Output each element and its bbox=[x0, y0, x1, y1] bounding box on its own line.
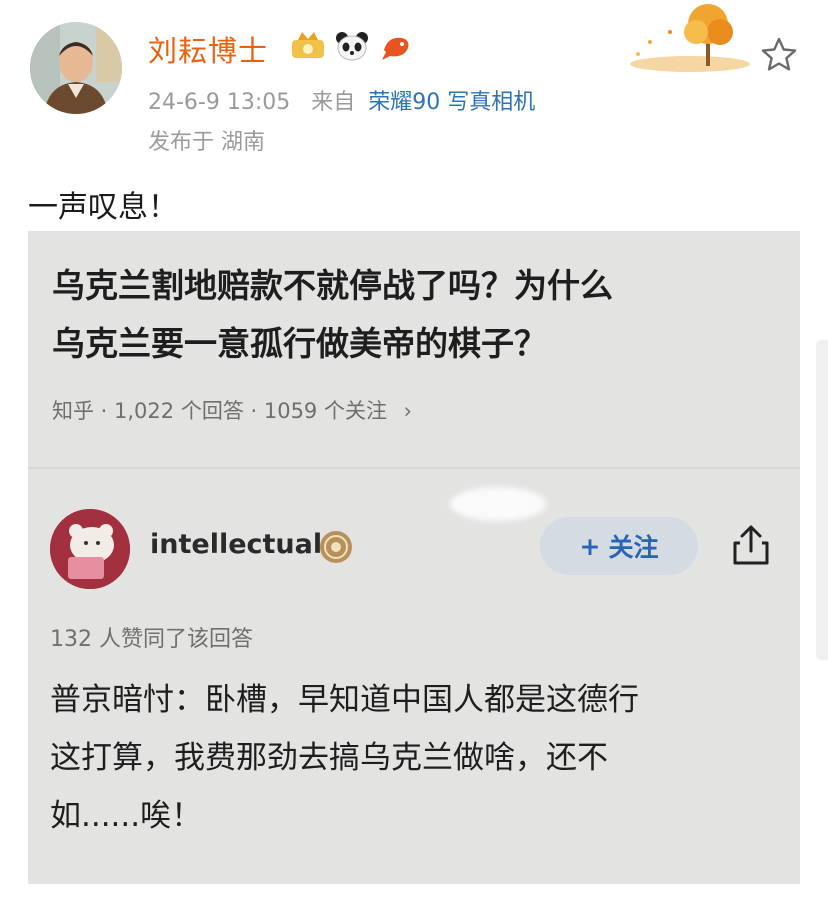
divider bbox=[28, 467, 800, 469]
question-title-line: 乌克兰要一意孤行做美帝的棋子？ bbox=[52, 324, 547, 363]
koi-badge-icon bbox=[382, 37, 409, 60]
question-meta: 知乎 · 1,022 个回答 · 1059 个关注 › bbox=[52, 395, 412, 425]
scroll-edge-handle[interactable] bbox=[816, 340, 828, 660]
post-text: 一声叹息！ bbox=[28, 190, 178, 225]
panda-badge-icon bbox=[336, 32, 368, 61]
share-icon[interactable] bbox=[730, 523, 772, 567]
answer-text-line: 这打算，我费那劲去搞乌克兰做啥，还不 bbox=[50, 740, 608, 776]
author-badges bbox=[290, 30, 414, 62]
medal-badge-icon bbox=[320, 531, 352, 563]
follow-button[interactable]: + 关注 bbox=[540, 517, 698, 575]
star-icon[interactable] bbox=[760, 36, 798, 74]
question-title: 乌克兰割地赔款不就停战了吗？为什么 乌克兰要一意孤行做美帝的棋子？ bbox=[52, 257, 782, 373]
follow-label: 关注 bbox=[608, 533, 659, 562]
autumn-tree-decoration bbox=[630, 4, 750, 72]
embedded-zhihu-screenshot[interactable]: 乌克兰割地赔款不就停战了吗？为什么 乌克兰要一意孤行做美帝的棋子？ 知乎 · 1… bbox=[28, 231, 800, 884]
post-meta: 24-6-9 13:05 来自 荣耀90 写真相机 bbox=[148, 84, 535, 116]
author-avatar[interactable] bbox=[30, 22, 122, 114]
post-time: 24-6-9 13:05 bbox=[148, 90, 291, 115]
answer-text-line: 如......唉！ bbox=[50, 798, 203, 834]
answer-text-line: 普京暗忖：卧槽，早知道中国人都是这德行 bbox=[50, 682, 639, 718]
answer-votes: 132 人赞同了该回答 bbox=[50, 627, 253, 652]
author-name[interactable]: 刘耘博士 bbox=[148, 28, 268, 70]
question-stats: 知乎 · 1,022 个回答 · 1059 个关注 bbox=[52, 399, 387, 423]
answerer-name[interactable]: intellectual bbox=[150, 529, 322, 560]
question-title-line: 乌克兰割地赔款不就停战了吗？为什么 bbox=[52, 266, 613, 305]
chevron-right-icon: › bbox=[403, 399, 413, 423]
answerer-avatar bbox=[50, 509, 130, 589]
post-source-prefix: 来自 bbox=[311, 90, 356, 115]
post-device-link[interactable]: 荣耀90 写真相机 bbox=[368, 90, 535, 115]
plus-icon: + bbox=[579, 531, 601, 561]
redaction-smudge bbox=[450, 487, 546, 521]
answer-text: 普京暗忖：卧槽，早知道中国人都是这德行 这打算，我费那劲去搞乌克兰做啥，还不 如… bbox=[50, 671, 790, 845]
post-location: 发布于 湖南 bbox=[148, 130, 265, 155]
crown-badge-icon bbox=[292, 32, 324, 58]
